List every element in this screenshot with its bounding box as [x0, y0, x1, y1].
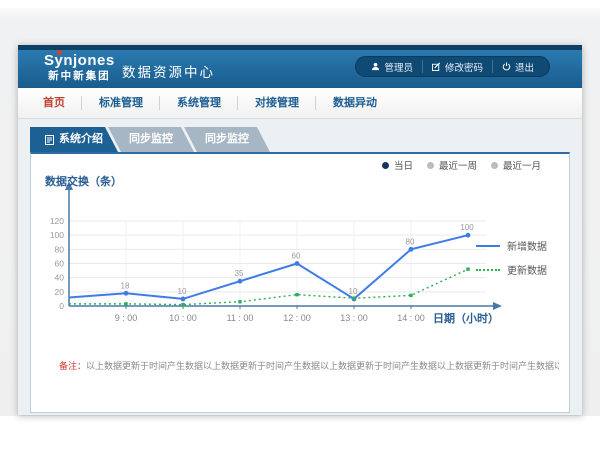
logo-company-name: 新中新集团	[44, 71, 115, 83]
svg-text:13 : 00: 13 : 00	[340, 313, 368, 323]
svg-text:10 : 00: 10 : 00	[169, 313, 197, 323]
legend-updated-data[interactable]: 更新数据	[476, 262, 547, 277]
svg-text:10: 10	[349, 287, 358, 296]
svg-text:60: 60	[55, 259, 65, 269]
radio-label: 最近一月	[503, 158, 541, 172]
svg-text:80: 80	[406, 237, 415, 246]
tab-label: 同步监控	[129, 127, 173, 152]
tab-sync-monitor-2[interactable]: 同步监控	[184, 127, 270, 152]
tab-sync-monitor-1[interactable]: 同步监控	[108, 127, 194, 152]
edit-icon	[432, 62, 441, 71]
logout-button[interactable]: 退出	[492, 60, 543, 73]
content-area: 系统介绍 同步监控 同步监控 当日 最近一周	[18, 119, 582, 413]
page-title: 数据资源中心	[122, 61, 215, 81]
radio-dot-icon	[491, 162, 498, 169]
time-filter: 当日 最近一周 最近一月	[382, 158, 541, 172]
radio-dot-icon	[382, 162, 389, 169]
svg-text:40: 40	[55, 273, 65, 283]
svg-text:0: 0	[59, 301, 64, 311]
logo: Synjones 新中新集团	[44, 52, 115, 82]
user-menu: 管理员 修改密码 退出	[355, 56, 550, 77]
app-window: Synjones 新中新集团 数据资源中心 管理员 修改密码 退出 首页 标准管…	[18, 45, 582, 415]
svg-text:80: 80	[55, 244, 65, 254]
legend-label: 更新数据	[507, 262, 547, 277]
svg-text:11 : 00: 11 : 00	[227, 313, 254, 323]
logo-red-dot-icon	[57, 50, 62, 55]
logout-label: 退出	[515, 60, 534, 74]
svg-text:12 : 00: 12 : 00	[283, 313, 311, 323]
svg-text:35: 35	[235, 269, 244, 278]
main-nav: 首页 标准管理 系统管理 对接管理 数据异动	[18, 88, 582, 119]
chart-legend: 新增数据 更新数据	[476, 238, 547, 286]
nav-item-standard-mgmt[interactable]: 标准管理	[82, 88, 160, 118]
svg-text:20: 20	[55, 287, 65, 297]
power-icon	[502, 62, 511, 71]
document-icon	[45, 135, 54, 145]
svg-text:14 : 00: 14 : 00	[397, 313, 425, 323]
user-button[interactable]: 管理员	[362, 60, 422, 73]
change-password-label: 修改密码	[445, 60, 483, 74]
radio-today[interactable]: 当日	[382, 158, 413, 172]
logo-text: Synjones	[44, 53, 115, 70]
svg-text:日期（小时）: 日期（小时）	[433, 311, 499, 325]
tabs-row: 系统介绍 同步监控 同步监控	[30, 127, 570, 152]
legend-new-data[interactable]: 新增数据	[476, 238, 547, 253]
nav-item-interface-mgmt[interactable]: 对接管理	[238, 88, 316, 118]
user-icon	[371, 62, 380, 71]
radio-label: 当日	[394, 158, 413, 172]
radio-label: 最近一周	[439, 158, 477, 172]
svg-text:10: 10	[178, 287, 187, 296]
svg-text:100: 100	[460, 223, 474, 232]
change-password-button[interactable]: 修改密码	[422, 60, 492, 73]
svg-text:数据交换（条）: 数据交换（条）	[45, 174, 122, 188]
svg-text:120: 120	[50, 216, 64, 226]
chart-panel: 当日 最近一周 最近一月 9 : 00 10 : 00 11 : 00 12 : 00…	[30, 152, 570, 413]
nav-item-home[interactable]: 首页	[26, 88, 82, 118]
blue-line-swatch-icon	[476, 245, 500, 247]
nav-item-system-mgmt[interactable]: 系统管理	[160, 88, 238, 118]
svg-text:9 : 00: 9 : 00	[115, 313, 138, 323]
app-header: Synjones 新中新集团 数据资源中心 管理员 修改密码 退出	[18, 45, 582, 88]
radio-last-month[interactable]: 最近一月	[491, 158, 541, 172]
note-prefix: 备注：	[59, 361, 86, 371]
user-label: 管理员	[384, 60, 413, 74]
legend-label: 新增数据	[507, 238, 547, 253]
radio-dot-icon	[427, 162, 434, 169]
svg-text:100: 100	[50, 230, 64, 240]
tab-label: 系统介绍	[59, 127, 103, 152]
tab-system-intro[interactable]: 系统介绍	[30, 127, 118, 152]
svg-text:18: 18	[121, 281, 130, 290]
tab-label: 同步监控	[205, 127, 249, 152]
footer-note: 备注：以上数据更新于时间产生数据以上数据更新于时间产生数据以上数据更新于时间产生…	[59, 359, 559, 372]
note-text: 以上数据更新于时间产生数据以上数据更新于时间产生数据以上数据更新于时间产生数据以…	[86, 361, 559, 371]
green-dotted-swatch-icon	[476, 269, 500, 271]
radio-last-week[interactable]: 最近一周	[427, 158, 477, 172]
svg-text:60: 60	[292, 252, 301, 261]
nav-item-data-change[interactable]: 数据异动	[316, 88, 394, 118]
